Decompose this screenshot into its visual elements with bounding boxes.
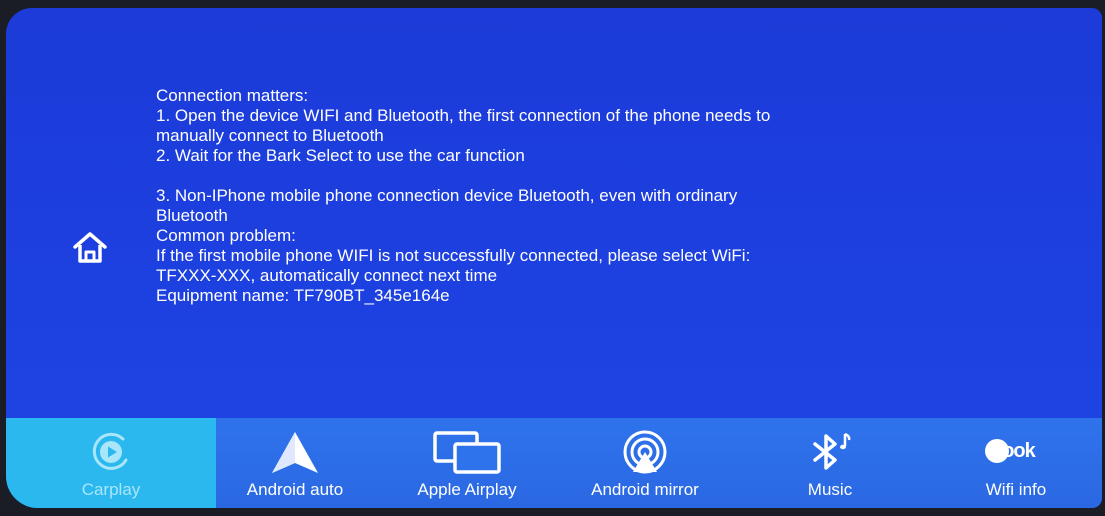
instruction-line: 2. Wait for the Bark Select to use the c… [156,146,525,165]
instruction-line: Bluetooth [156,206,228,225]
dock-music[interactable]: Music [730,418,930,508]
screen: Connection matters: 1. Open the device W… [6,8,1102,508]
dock-label: Android mirror [591,480,699,499]
bluetooth-music-icon [813,432,851,470]
airplay-screens-icon [433,431,501,474]
equipment-name: Equipment name: TF790BT_345e164e [156,286,450,305]
dock-carplay[interactable]: Carplay [6,418,216,508]
instruction-line: manually connect to Bluetooth [156,126,384,145]
dock-label: Apple Airplay [417,480,517,499]
connection-instructions: Connection matters: 1. Open the device W… [156,86,956,306]
home-icon [73,232,107,263]
dock-label: Carplay [81,480,141,499]
dock-label: Wifi info [985,480,1047,499]
instruction-line: If the first mobile phone WIFI is not su… [156,246,751,265]
instruction-line: 3. Non-IPhone mobile phone connection de… [156,186,738,205]
dock-apple-airplay[interactable]: Apple Airplay [374,418,560,508]
dock-android-mirror[interactable]: Android mirror [560,418,730,508]
mirror-signal-icon [623,430,667,474]
instruction-line: TFXXX-XXX, automatically connect next ti… [156,266,498,285]
android-auto-icon [272,432,318,473]
look-logo-icon: Look [981,434,1051,468]
heading-common-problem: Common problem: [156,226,296,245]
dock-wifi-info[interactable]: Look Wifi info [930,418,1102,508]
home-button[interactable] [68,226,112,270]
heading-connection-matters: Connection matters: [156,86,309,105]
dock-android-auto[interactable]: Android auto [216,418,374,508]
carplay-play-icon [92,432,128,470]
dock-label: Music [807,480,853,499]
instruction-line: 1. Open the device WIFI and Bluetooth, t… [156,106,771,125]
dock-label: Android auto [246,480,344,499]
bottom-dock: Carplay Android auto Apple Airplay Andro… [6,418,1102,508]
